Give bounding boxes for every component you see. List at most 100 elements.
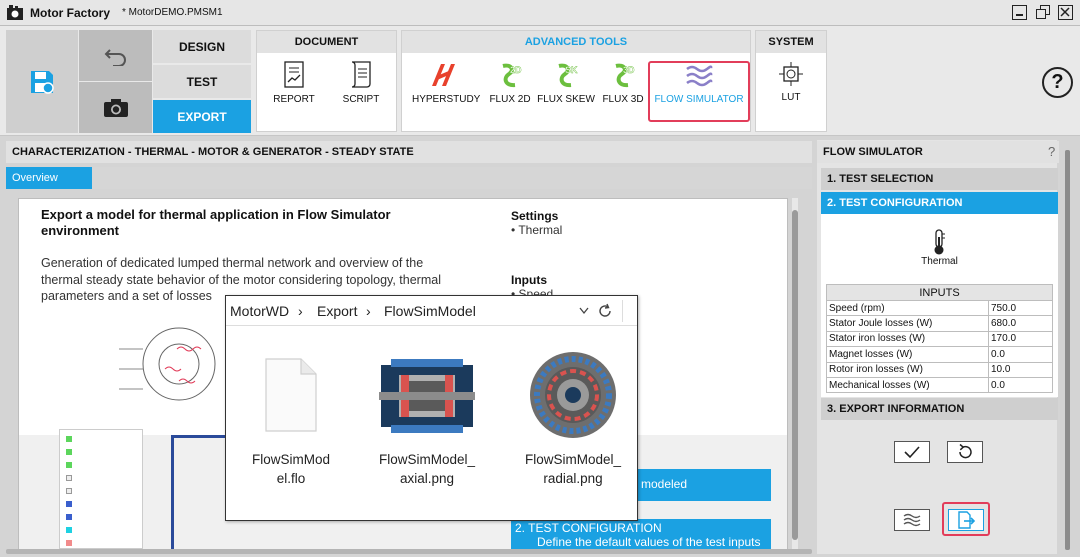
network-preview — [171, 435, 231, 549]
thermal-label: Thermal — [921, 256, 958, 267]
lut-label: LUT — [781, 92, 801, 103]
help-button[interactable]: ? — [1042, 67, 1073, 98]
lut-button[interactable]: LUT — [759, 52, 823, 103]
tab-test[interactable]: TEST — [153, 65, 251, 98]
breadcrumb-separator: › — [298, 303, 303, 319]
tab-overview[interactable]: Overview — [6, 167, 92, 189]
page-title: CHARACTERIZATION - THERMAL - MOTOR & GEN… — [6, 141, 812, 163]
file-name: FlowSimModel_axial.png — [378, 452, 476, 486]
svg-text:SK: SK — [565, 65, 578, 75]
hyperstudy-label: HYPERSTUDY — [412, 94, 481, 105]
flow-waves-icon — [903, 513, 921, 527]
tab-design[interactable]: DESIGN — [153, 30, 251, 63]
breadcrumb-motorwd[interactable]: MotorWD — [230, 303, 289, 319]
flux-3d-icon: 3D — [615, 63, 635, 88]
tab-export[interactable]: EXPORT — [153, 100, 251, 133]
system-group-label: SYSTEM — [756, 31, 826, 53]
input-magnet-losses[interactable]: 0.0 — [988, 346, 1053, 363]
app-title: Motor Factory — [30, 6, 111, 20]
side-panel-title: FLOW SIMULATOR — [817, 141, 1059, 163]
flux-skew-icon: SK — [558, 63, 578, 88]
breadcrumb-flowsimmodel[interactable]: FlowSimModel — [384, 303, 476, 319]
input-stator-iron-losses[interactable]: 170.0 — [988, 330, 1053, 348]
camera-icon — [103, 98, 128, 117]
script-button[interactable]: SCRIPT — [329, 52, 393, 105]
undo-icon — [104, 48, 126, 66]
address-bar[interactable]: MotorWD › Export › FlowSimModel — [226, 296, 637, 326]
inputs-table-title: INPUTS — [826, 284, 1053, 301]
minimize-button[interactable] — [1012, 5, 1027, 20]
flow-simulator-button[interactable]: FLOW SIMULATOR — [652, 52, 746, 105]
validate-button[interactable] — [894, 441, 930, 463]
tab-strip — [92, 167, 812, 189]
step-test-configuration[interactable]: 2. TEST CONFIGURATION — [821, 192, 1058, 214]
input-rotor-iron-losses[interactable]: 10.0 — [988, 361, 1053, 378]
document-group-label: DOCUMENT — [257, 31, 396, 53]
screenshot-button[interactable] — [79, 82, 152, 133]
report-icon — [284, 61, 304, 88]
export-button[interactable] — [948, 509, 984, 531]
doc-step-title: 2. TEST CONFIGURATION — [515, 521, 662, 535]
step-test-selection[interactable]: 1. TEST SELECTION — [821, 168, 1058, 190]
breadcrumb-export[interactable]: Export — [317, 303, 357, 319]
save-icon — [31, 70, 54, 94]
flux-skew-label: FLUX SKEW — [537, 94, 595, 105]
table-row: Speed (rpm) 750.0 — [826, 299, 1053, 317]
report-button[interactable]: REPORT — [262, 52, 326, 105]
lut-icon — [779, 62, 803, 86]
script-label: SCRIPT — [342, 94, 380, 105]
file-explorer-window: MotorWD › Export › FlowSimModel FlowSimM… — [225, 295, 638, 521]
input-stator-joule-losses[interactable]: 680.0 — [988, 315, 1053, 332]
flux-skew-button[interactable]: SK FLUX SKEW — [534, 52, 598, 105]
doc-step-description: Define the default values of the test in… — [537, 535, 761, 549]
main-horizontal-scrollbar[interactable] — [6, 549, 812, 554]
flow-simulator-label: FLOW SIMULATOR — [654, 94, 744, 105]
reset-icon — [959, 443, 972, 459]
flux-2d-button[interactable]: 2D FLUX 2D — [478, 52, 542, 105]
file-name: FlowSimModel.flo — [251, 452, 330, 486]
save-button[interactable] — [6, 30, 78, 133]
svg-text:3D: 3D — [623, 65, 635, 75]
radial-image-thumbnail — [530, 352, 616, 438]
motor-factory-logo-icon — [7, 5, 23, 20]
flux-3d-button[interactable]: 3D FLUX 3D — [591, 52, 655, 105]
axial-image-thumbnail — [379, 359, 475, 433]
doc-title: Export a model for thermal application i… — [41, 207, 391, 238]
step-export-information[interactable]: 3. EXPORT INFORMATION — [821, 398, 1058, 420]
reset-button[interactable] — [947, 441, 983, 463]
file-flowsimmodel-axial[interactable]: FlowSimModel_axial.png — [372, 346, 482, 488]
chevron-down-icon[interactable] — [579, 307, 589, 315]
script-icon — [351, 61, 371, 88]
advanced-tools-label: ADVANCED TOOLS — [402, 31, 750, 53]
table-row: Stator iron losses (W) 170.0 — [826, 330, 1053, 348]
side-scrollbar-thumb[interactable] — [1065, 150, 1070, 550]
hyperstudy-icon — [432, 64, 455, 86]
settings-item: • Thermal — [511, 223, 563, 237]
flow-simulator-settings-button[interactable] — [894, 509, 930, 531]
inputs-table: INPUTS Speed (rpm) 750.0 Stator Joule los… — [826, 284, 1053, 394]
report-label: REPORT — [273, 94, 315, 105]
flow-simulator-icon — [686, 65, 713, 87]
model-tree-thumbnail — [59, 429, 143, 549]
ribbon: DESIGN TEST EXPORT DOCUMENT REPORT SCRIP… — [0, 26, 1080, 136]
table-row: Mechanical losses (W) 0.0 — [826, 376, 1053, 394]
file-flowsimmodel-radial[interactable]: FlowSimModel_radial.png — [518, 346, 628, 488]
side-help-button[interactable]: ? — [1048, 144, 1055, 159]
undo-button[interactable] — [79, 30, 152, 81]
close-button[interactable] — [1058, 5, 1073, 20]
settings-heading: Settings — [511, 209, 559, 223]
input-speed[interactable]: 750.0 — [988, 299, 1053, 317]
input-mechanical-losses[interactable]: 0.0 — [988, 376, 1053, 394]
restore-button[interactable] — [1036, 5, 1051, 20]
table-row: Stator Joule losses (W) 680.0 — [826, 315, 1053, 332]
inputs-heading: Inputs — [511, 273, 547, 287]
file-flowsimmodel-flo[interactable]: FlowSimModel.flo — [236, 346, 346, 488]
doc-test-configuration-band: 2. TEST CONFIGURATION Define the default… — [511, 519, 771, 549]
file-name: FlowSimModel_radial.png — [524, 452, 622, 486]
doc-scrollbar-thumb[interactable] — [792, 210, 798, 540]
file-title: * MotorDEMO.PMSM1 — [122, 7, 223, 18]
refresh-icon[interactable] — [597, 303, 613, 319]
hyperstudy-button[interactable]: HYPERSTUDY — [412, 52, 481, 105]
minimize-icon — [1016, 14, 1023, 16]
document-file-icon — [265, 358, 317, 432]
